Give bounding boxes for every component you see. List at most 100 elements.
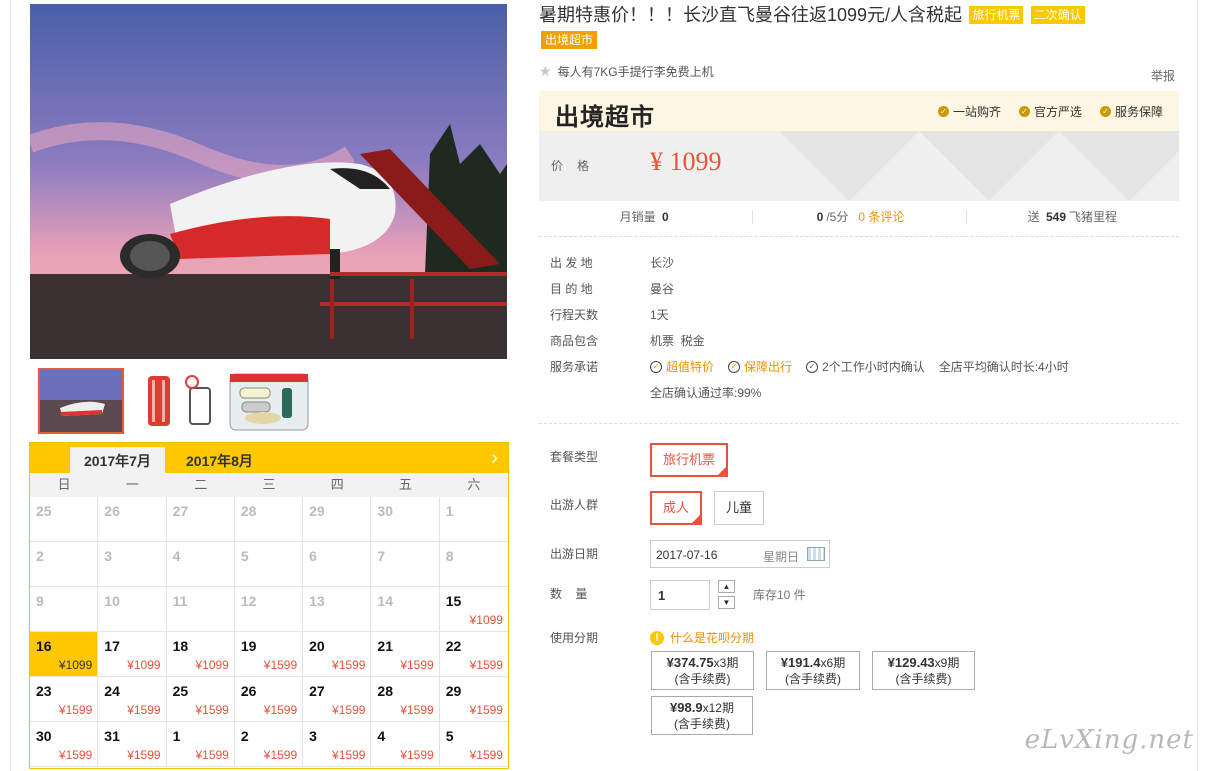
- calendar-day-cell: 6: [303, 542, 372, 587]
- service-text[interactable]: 超值特价: [666, 354, 714, 380]
- crowd-option-child[interactable]: 儿童: [714, 491, 765, 525]
- installment-option-12[interactable]: ¥98.9x12期 (含手续费): [651, 696, 753, 735]
- calendar-day-cell[interactable]: 20 ¥1599: [303, 632, 372, 677]
- date-picker[interactable]: 2017-07-16 星期日: [650, 540, 830, 568]
- service-extra: 全店确认通过率:99%: [650, 386, 762, 400]
- calendar-day-cell[interactable]: 23 ¥1599: [30, 677, 99, 722]
- calendar-day-cell[interactable]: 1 ¥1599: [166, 722, 235, 767]
- monthly-sales-label: 月销量: [619, 210, 656, 224]
- reviews-link[interactable]: 0 条评论: [858, 210, 904, 224]
- star-icon[interactable]: ★: [539, 63, 552, 80]
- date-label: 出游日期: [550, 547, 599, 561]
- guarantee-list: ✓ 一站购齐 ✓ 官方严选 ✓ 服务保障: [937, 103, 1163, 120]
- calendar-day-number: 14: [377, 593, 393, 609]
- calendar-day-cell[interactable]: 16 ¥1099: [30, 632, 99, 677]
- calendar-icon[interactable]: [807, 547, 825, 561]
- calendar-day-cell[interactable]: 3 ¥1599: [303, 722, 372, 767]
- thumbnail-airplane[interactable]: [38, 368, 124, 434]
- info-row: 商品包含 机票 税金: [550, 328, 1180, 354]
- installment-periods: x6期: [820, 656, 846, 670]
- tab-august[interactable]: 2017年8月: [172, 447, 267, 473]
- guarantee-label: 服务保障: [1114, 105, 1163, 119]
- service-item: ✓ 2个工作小时内确认: [806, 354, 925, 380]
- calendar-day-cell[interactable]: 31 ¥1599: [98, 722, 167, 767]
- calendar-day-cell[interactable]: 27 ¥1599: [303, 677, 372, 722]
- calendar-day-number: 31: [104, 728, 120, 744]
- chevron-right-icon[interactable]: ›: [491, 446, 498, 470]
- calendar-day-number: 8: [445, 548, 454, 564]
- calendar-day-number: 30: [36, 728, 52, 744]
- watermark: eLvXing.net: [1024, 725, 1194, 755]
- calendar-day-price: ¥1599: [400, 703, 434, 717]
- quantity-label: 数 量: [550, 587, 588, 601]
- calendar-day-number: 26: [104, 503, 120, 519]
- report-link[interactable]: 举报: [1151, 67, 1175, 84]
- guarantee-item: ✓ 一站购齐: [937, 103, 1001, 120]
- calendar-day-price: ¥1099: [127, 658, 161, 672]
- calendar-day-number: 26: [240, 683, 257, 699]
- installment-note: (含手续费): [785, 672, 841, 686]
- calendar-day-cell[interactable]: 25 ¥1599: [166, 677, 235, 722]
- calendar-day-cell[interactable]: 15 ¥1099: [439, 587, 508, 632]
- quantity-increase-button[interactable]: ▲: [718, 580, 735, 593]
- calendar-day-cell[interactable]: 2 ¥1599: [234, 722, 304, 767]
- thumbnail-toiletry-bag[interactable]: [228, 368, 314, 434]
- monthly-sales-value: 0: [662, 210, 669, 224]
- service-label: 服务承诺: [550, 360, 599, 374]
- calendar-day-number: 17: [104, 638, 120, 654]
- calendar-day-cell[interactable]: 28 ¥1599: [371, 677, 440, 722]
- installment-note: (含手续费): [674, 717, 730, 731]
- tab-july[interactable]: 2017年7月: [70, 447, 165, 473]
- calendar-day-cell: 1: [439, 497, 508, 542]
- calendar-day-price: ¥1599: [332, 658, 366, 672]
- installment-amount: ¥129.43: [887, 655, 935, 670]
- calendar-day-cell: 3: [98, 542, 167, 587]
- brand-logo: 出境超市: [555, 104, 655, 131]
- guarantee-item: ✓ 服务保障: [1099, 103, 1163, 120]
- installment-option-6[interactable]: ¥191.4x6期 (含手续费): [766, 651, 860, 690]
- installment-option-9[interactable]: ¥129.43x9期 (含手续费): [872, 651, 975, 690]
- price-calendar: 2017年7月 2017年8月 › 日 一 二 三 四 五 六 25 26 27 28…: [29, 442, 509, 769]
- calendar-day-number: 3: [309, 728, 317, 744]
- quantity-decrease-button[interactable]: ▼: [718, 596, 735, 609]
- calendar-day-cell[interactable]: 18 ¥1099: [166, 632, 235, 677]
- calendar-day-price: ¥1599: [127, 748, 161, 762]
- service-text: 2个工作小时内确认: [822, 360, 925, 374]
- calendar-day-number: 13: [309, 593, 325, 609]
- info-value: 曼谷: [650, 282, 675, 296]
- calendar-day-cell[interactable]: 19 ¥1599: [234, 632, 304, 677]
- installment-help[interactable]: ! 什么是花呗分期: [650, 629, 754, 646]
- calendar-day-number: 29: [309, 503, 325, 519]
- installment-option-3[interactable]: ¥374.75x3期 (含手续费): [651, 651, 754, 690]
- installment-help-text[interactable]: 什么是花呗分期: [670, 629, 754, 646]
- calendar-day-number: 4: [377, 728, 386, 744]
- installment-amount: ¥98.9: [670, 700, 703, 715]
- calendar-day-cell[interactable]: 22 ¥1599: [439, 632, 508, 677]
- price-banner: 出境超市 ✓ 一站购齐 ✓ 官方严选 ✓ 服务保障 价格 ¥ 1099: [539, 91, 1179, 201]
- installment-amount: ¥374.75: [666, 655, 714, 670]
- calendar-day-number: 16: [36, 638, 52, 654]
- calendar-day-number: 11: [172, 593, 188, 609]
- calendar-day-cell[interactable]: 5 ¥1599: [439, 722, 508, 767]
- calendar-day-cell[interactable]: 21 ¥1599: [371, 632, 440, 677]
- subtitle-text: 每人有7KG手提行李免费上机: [557, 65, 714, 79]
- calendar-day-cell: 4: [166, 542, 235, 587]
- crowd-option-adult[interactable]: 成人: [650, 491, 703, 525]
- package-option-flight[interactable]: 旅行机票: [650, 443, 729, 477]
- info-key: 商品包含: [550, 334, 599, 348]
- calendar-day-cell[interactable]: 24 ¥1599: [98, 677, 167, 722]
- calendar-day-cell[interactable]: 30 ¥1599: [30, 722, 99, 767]
- calendar-day-cell[interactable]: 29 ¥1599: [439, 677, 508, 722]
- page-title: 暑期特惠价！！！长沙直飞曼谷往返1099元/人含税起: [539, 5, 963, 25]
- calendar-day-cell: 8: [439, 542, 508, 587]
- thumbnail-luggage[interactable]: [134, 368, 220, 434]
- calendar-day-cell[interactable]: 4 ¥1599: [371, 722, 440, 767]
- service-text[interactable]: 保障出行: [744, 354, 792, 380]
- date-weekday: 星期日: [763, 550, 800, 564]
- calendar-day-number: 6: [309, 548, 317, 564]
- quantity-input[interactable]: 1: [650, 580, 710, 610]
- info-key: 行程天数: [550, 308, 599, 322]
- calendar-day-cell[interactable]: 26 ¥1599: [234, 677, 304, 722]
- miles: 送 549 飞猪里程: [965, 201, 1179, 236]
- calendar-day-cell[interactable]: 17 ¥1099: [98, 632, 167, 677]
